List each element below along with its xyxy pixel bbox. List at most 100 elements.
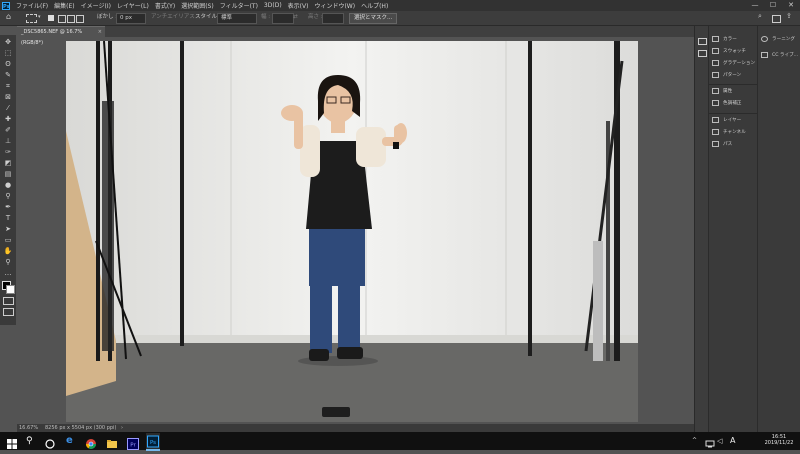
quick-mask-icon[interactable] (3, 297, 14, 305)
chevron-down-icon[interactable]: ▾ (38, 13, 41, 22)
status-menu-arrow-icon[interactable]: › (121, 424, 123, 432)
history-brush-tool-icon[interactable]: ✑ (3, 147, 13, 157)
type-tool-icon[interactable]: T (3, 213, 13, 223)
crop-tool-icon[interactable]: ⌗ (3, 81, 13, 91)
close-tab-icon[interactable]: × (98, 27, 102, 38)
windows-start-icon[interactable] (6, 435, 18, 449)
zoom-tool-icon[interactable]: ⚲ (3, 257, 13, 267)
paths-icon (712, 140, 719, 147)
minimize-button[interactable]: — (746, 0, 764, 11)
panel-color[interactable]: カラー (712, 35, 737, 44)
panel-color-label: カラー (723, 37, 737, 42)
frame-tool-icon[interactable]: ⊠ (3, 92, 13, 102)
volume-icon[interactable]: ◁ (717, 435, 729, 447)
panel-patterns[interactable]: パターン (712, 71, 741, 80)
tray-overflow-icon[interactable]: ^ (692, 435, 704, 447)
search-icon[interactable]: ⌕ (758, 12, 762, 21)
photoshop-taskbar-icon[interactable]: Ps (146, 433, 160, 451)
clock[interactable]: 16:51 2019/11/22 (764, 434, 794, 446)
share-icon[interactable]: ⇪ (786, 12, 792, 21)
hand-tool-icon[interactable]: ✋ (3, 246, 13, 256)
background-color-swatch[interactable] (6, 285, 15, 294)
menu-layer[interactable]: レイヤー(L) (114, 1, 152, 10)
intersect-selection-icon[interactable] (76, 15, 84, 23)
menu-view[interactable]: 表示(V) (285, 1, 312, 10)
windows-taskbar: ⚲ e Pr Ps ^ ◁ A 16:51 2019/11/22 (0, 432, 800, 451)
select-and-mask-button[interactable]: 選択とマスク... (349, 13, 398, 24)
menu-filter[interactable]: フィルター(T) (217, 1, 261, 10)
panel-swatches-label: スウォッチ (723, 49, 746, 54)
panel-learn[interactable]: ラーニング (761, 35, 795, 44)
feather-input[interactable]: 0 px (116, 13, 146, 24)
gradient-tool-icon[interactable]: ▤ (3, 169, 13, 179)
style-select[interactable]: 標準 (217, 13, 257, 24)
screen-mode-icon[interactable] (3, 308, 14, 316)
panel-gradients[interactable]: グラデーション (712, 59, 755, 68)
search-icon[interactable]: ⚲ (26, 435, 38, 447)
width-input[interactable] (272, 13, 294, 24)
marquee-tool-icon[interactable]: ⬚ (3, 48, 13, 58)
menu-select[interactable]: 選択範囲(S) (178, 1, 217, 10)
menu-help[interactable]: ヘルプ(H) (358, 1, 391, 10)
panel-channels-label: チャンネル (723, 130, 746, 135)
brush-tool-icon[interactable]: ✐ (3, 125, 13, 135)
workspace-icon[interactable] (772, 15, 781, 23)
blur-tool-icon[interactable]: ● (3, 180, 13, 190)
clone-stamp-tool-icon[interactable]: ⊥ (3, 136, 13, 146)
more-tools-icon[interactable]: … (3, 268, 13, 278)
edge-browser-icon[interactable]: e (66, 435, 78, 447)
menu-file[interactable]: ファイル(F) (13, 1, 51, 10)
home-icon[interactable]: ⌂ (6, 12, 11, 21)
antialias-checkbox[interactable]: アンチエイリアス (151, 13, 195, 22)
menu-3d[interactable]: 3D(D) (261, 2, 285, 9)
path-select-tool-icon[interactable]: ➤ (3, 224, 13, 234)
swap-icon[interactable]: ⇄ (293, 13, 298, 22)
dodge-tool-icon[interactable]: ⚲ (3, 191, 13, 201)
close-button[interactable]: ✕ (782, 0, 800, 11)
file-explorer-icon[interactable] (106, 435, 118, 448)
panel-paths[interactable]: パス (712, 140, 732, 149)
panel-collapse-strip (694, 26, 709, 432)
eyedropper-tool-icon[interactable]: ⁄ (3, 103, 13, 113)
menu-type[interactable]: 書式(Y) (152, 1, 178, 10)
photoshop-logo-icon[interactable]: Ps (2, 1, 10, 10)
window-controls: — ☐ ✕ (746, 0, 800, 11)
add-selection-icon[interactable] (58, 15, 66, 23)
panel-channels[interactable]: チャンネル (712, 128, 746, 137)
zoom-level[interactable]: 16.67% (19, 424, 38, 432)
panel-swatches[interactable]: スウォッチ (712, 47, 746, 56)
task-view-icon[interactable] (44, 435, 56, 449)
marquee-tool-preset-icon[interactable] (26, 14, 37, 23)
pen-tool-icon[interactable]: ✒ (3, 202, 13, 212)
document-tab[interactable]: _DSC5865.NEF @ 16.7% (RGB/8*) × (17, 26, 105, 46)
lightbulb-icon (761, 35, 768, 42)
menu-image[interactable]: イメージ(I) (78, 1, 114, 10)
subtract-selection-icon[interactable] (67, 15, 75, 23)
ime-indicator[interactable]: A (730, 435, 742, 447)
panel-layers[interactable]: レイヤー (712, 116, 741, 125)
history-panel-icon[interactable] (698, 38, 707, 45)
document-info: 8256 px x 5504 px (300 ppi) (45, 425, 117, 431)
menu-window[interactable]: ウィンドウ(W) (311, 1, 358, 10)
move-tool-icon[interactable]: ✥ (3, 37, 13, 47)
maximize-button[interactable]: ☐ (764, 0, 782, 11)
healing-brush-tool-icon[interactable]: ✚ (3, 114, 13, 124)
panel-dock: カラー スウォッチ グラデーション パターン 属性 色調補正 レイヤー チャンネ… (708, 26, 757, 432)
rectangle-tool-icon[interactable]: ▭ (3, 235, 13, 245)
lasso-tool-icon[interactable]: ʘ (3, 59, 13, 69)
quick-select-tool-icon[interactable]: ✎ (3, 70, 13, 80)
document-tab-strip (17, 26, 694, 37)
properties-panel-icon[interactable] (698, 50, 707, 57)
panel-properties[interactable]: 属性 (712, 87, 732, 96)
height-input[interactable] (322, 13, 344, 24)
chrome-icon[interactable] (85, 435, 97, 449)
menu-edit[interactable]: 編集(E) (51, 1, 77, 10)
new-selection-icon[interactable] (48, 15, 54, 21)
layers-icon (712, 116, 719, 123)
premiere-icon[interactable]: Pr (127, 435, 139, 450)
image-canvas[interactable] (66, 41, 638, 422)
eraser-tool-icon[interactable]: ◩ (3, 158, 13, 168)
panel-adjustments[interactable]: 色調補正 (712, 99, 741, 108)
panel-cc-libraries[interactable]: CC ライブ... (761, 51, 798, 60)
network-icon[interactable] (704, 435, 716, 448)
